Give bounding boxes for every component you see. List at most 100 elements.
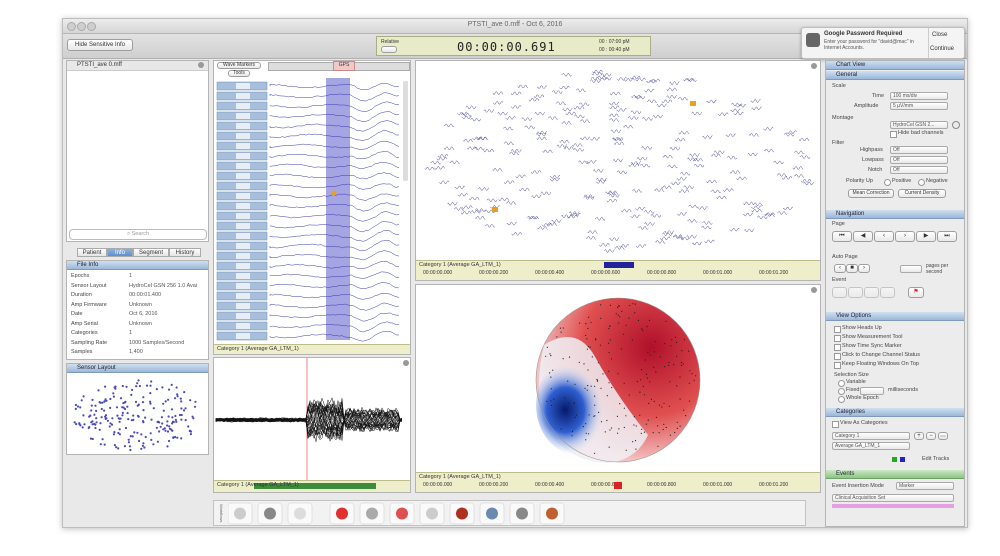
lowpass-select[interactable]: Off (890, 156, 948, 164)
topo-time-cursor[interactable] (604, 262, 634, 268)
whole-epoch-label: Whole Epoch (846, 395, 879, 401)
channel-panel: Wave Markers Tools GPS Category 1 (Avera… (213, 60, 411, 355)
tab-history[interactable]: History (169, 248, 201, 257)
last-page-button[interactable]: ⏭ (937, 231, 957, 242)
sensor-waveform (462, 205, 473, 210)
event-flag-button[interactable]: ⚑ (908, 287, 924, 298)
positive-radio[interactable] (884, 179, 891, 186)
variable-radio[interactable] (838, 380, 845, 387)
file-info-header[interactable]: File Info (67, 261, 208, 270)
electrode-point (682, 363, 684, 365)
clinical-acquisition-select[interactable]: Clinical Acquisition Set (832, 494, 954, 502)
highpass-select[interactable]: Off (890, 146, 948, 154)
previous-event-button[interactable] (832, 287, 847, 298)
current-density-button[interactable]: Current Density (898, 189, 946, 198)
auto-page-forward-button[interactable]: › (858, 264, 870, 273)
electrode-point (665, 320, 667, 322)
timer-mode-select[interactable] (381, 46, 397, 53)
fixed-size-input[interactable] (860, 387, 884, 395)
next-page-button[interactable]: › (895, 231, 915, 242)
notification-continue-button[interactable]: Continue (930, 46, 954, 52)
montage-settings-icon[interactable] (952, 121, 960, 129)
electrode-point (560, 428, 562, 430)
hide-bad-channels-checkbox[interactable] (890, 131, 897, 138)
channel-name-field (236, 233, 250, 239)
auto-page-stop-button[interactable]: ■ (846, 264, 858, 273)
tab-patient[interactable]: Patient (77, 248, 107, 257)
tab-segment[interactable]: Segment (133, 248, 169, 257)
sensor-dot (82, 395, 85, 398)
sensor-dot (162, 402, 165, 405)
event-marker-icon[interactable] (690, 101, 696, 106)
previous-page-button[interactable]: ‹ (874, 231, 894, 242)
category-select[interactable]: Category 1 (832, 432, 910, 440)
file-settings-icon[interactable] (198, 62, 204, 68)
sensor-waveform (547, 222, 558, 227)
sensor-waveform (486, 198, 498, 203)
notification-close-button[interactable]: Close (932, 32, 947, 38)
tab-info[interactable]: Info (107, 248, 133, 257)
tab-tools[interactable]: Tools (228, 70, 250, 77)
time-scale-select[interactable]: 100 ms/div (890, 92, 948, 100)
electrode-point (676, 421, 678, 423)
auto-page-back-button[interactable]: ‹ (834, 264, 846, 273)
view-option-checkbox[interactable] (834, 344, 841, 351)
montage-select[interactable]: HydroCel GSN 2... (890, 121, 948, 129)
edit-tracks-link[interactable]: Edit Tracks (922, 456, 949, 462)
whole-epoch-radio[interactable] (838, 396, 845, 403)
pages-per-second-select[interactable] (900, 265, 922, 273)
view-options-section-header[interactable]: View Options (826, 312, 964, 321)
notch-select[interactable]: Off (890, 166, 948, 174)
electrode-point (553, 398, 555, 400)
sensor-waveform (608, 105, 620, 109)
channel-scrollbar[interactable] (403, 81, 408, 181)
sensor-dot (167, 398, 170, 401)
password-notification[interactable]: Google Password Required Enter your pass… (801, 27, 965, 59)
first-page-button[interactable]: ⏮ (832, 231, 852, 242)
event-insertion-select[interactable]: Marker (896, 482, 954, 490)
sensor-dot (150, 418, 153, 421)
category-remove-button[interactable]: − (926, 432, 936, 440)
general-section-header[interactable]: General (826, 71, 964, 80)
electrode-point (610, 358, 613, 360)
next-event-button[interactable] (864, 287, 879, 298)
last-event-button[interactable] (880, 287, 895, 298)
sensor-dot (98, 401, 101, 404)
average-select[interactable]: Average GA_LTM_1 (832, 442, 910, 450)
file-list-item[interactable]: PTSTI_ave 0.mff (77, 62, 122, 68)
sensor-layout-header[interactable]: Sensor Layout (67, 364, 208, 373)
mean-correction-button[interactable]: Mean Correction (848, 189, 894, 198)
categories-section-header[interactable]: Categories (826, 408, 964, 417)
event-marker-icon[interactable] (492, 207, 498, 212)
view-option-checkbox[interactable] (834, 353, 841, 360)
amplitude-select[interactable]: 5 µV/mm (890, 102, 948, 110)
event-marker-icon[interactable] (331, 190, 337, 196)
events-section-header[interactable]: Events (826, 470, 964, 479)
sensor-dot (164, 429, 167, 432)
view-option-checkbox[interactable] (834, 362, 841, 369)
map-settings-icon[interactable] (811, 287, 817, 293)
view-option-checkbox[interactable] (834, 335, 841, 342)
next-fast-button[interactable]: ▶ (916, 231, 936, 242)
butterfly-settings-icon[interactable] (403, 360, 409, 366)
category-options-button[interactable]: ⋯ (938, 432, 948, 440)
topo-settings-icon[interactable] (811, 63, 817, 69)
previous-fast-button[interactable]: ◀ (853, 231, 873, 242)
time-marker-label[interactable]: GPS (333, 61, 355, 71)
sensor-dot (157, 420, 160, 423)
category-add-button[interactable]: + (914, 432, 924, 440)
hide-sensitive-info-button[interactable]: Hide Sensitive Info (67, 39, 133, 51)
fixed-radio[interactable] (838, 388, 845, 395)
timeline-tick-label: 00:00:00.600 (591, 270, 621, 276)
negative-radio[interactable] (918, 179, 925, 186)
search-input[interactable]: ⌕ Search (69, 229, 207, 240)
map-time-cursor[interactable] (614, 482, 622, 489)
navigation-section-header[interactable]: Navigation (826, 210, 964, 219)
view-option-checkbox[interactable] (834, 326, 841, 333)
sensor-dot (83, 423, 86, 426)
time-selection-highlight[interactable] (326, 78, 350, 340)
tab-wave-markers[interactable]: Wave Markers (217, 62, 261, 69)
first-event-button[interactable] (848, 287, 863, 298)
sensor-waveform (635, 77, 646, 82)
view-as-categories-checkbox[interactable] (832, 421, 839, 428)
